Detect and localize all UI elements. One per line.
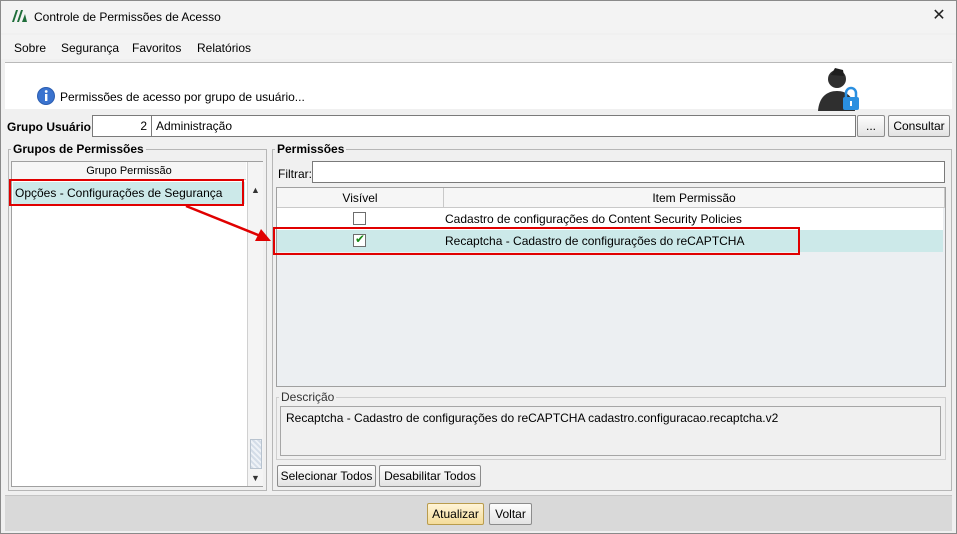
visible-checkbox[interactable] [353, 212, 366, 225]
close-button[interactable]: ✕ [928, 4, 950, 28]
menu-sobre[interactable]: Sobre [14, 41, 46, 55]
visivel-column-header[interactable]: Visível [277, 188, 444, 208]
annotation-arrow-icon [185, 204, 271, 241]
window-title: Controle de Permissões de Acesso [34, 10, 221, 24]
header-panel: Permissões de acesso por grupo de usuári… [5, 62, 952, 111]
grupos-permissoes-legend: Grupos de Permissões [13, 142, 144, 156]
permissoes-legend: Permissões [277, 142, 345, 156]
browse-button[interactable]: ... [857, 115, 885, 137]
app-logo-icon [12, 10, 27, 22]
item-permissao-column-header[interactable]: Item Permissão [444, 188, 945, 208]
consultar-button[interactable]: Consultar [888, 115, 950, 137]
user-lock-icon [818, 68, 859, 111]
menu-relatorios[interactable]: Relatórios [197, 41, 251, 55]
grupo-usuario-row: Grupo Usuário: 2 Administração ... Consu… [1, 114, 956, 138]
selecionar-todos-button[interactable]: Selecionar Todos [277, 465, 376, 487]
grupo-permissao-column-header[interactable]: Grupo Permissão [12, 162, 246, 180]
descricao-text: Recaptcha - Cadastro de configurações do… [280, 406, 941, 456]
grupo-usuario-code-field[interactable]: 2 [92, 115, 152, 137]
desabilitar-todos-button[interactable]: Desabilitar Todos [379, 465, 481, 487]
header-text: Permissões de acesso por grupo de usuári… [60, 90, 305, 104]
menu-bar: Sobre Segurança Favoritos Relatórios [1, 35, 956, 59]
permissions-window: Controle de Permissões de Acesso ✕ Sobre… [0, 0, 957, 534]
scroll-thumb[interactable] [250, 439, 262, 469]
descricao-legend: Descrição [281, 390, 335, 404]
footer-bar: Atualizar Voltar [5, 495, 952, 531]
voltar-button[interactable]: Voltar [489, 503, 532, 525]
grupo-usuario-name-field[interactable]: Administração [151, 115, 856, 137]
scroll-down-icon[interactable]: ▼ [248, 470, 263, 486]
annotation-highlight-row [273, 227, 800, 255]
scroll-up-icon[interactable]: ▲ [248, 182, 263, 198]
atualizar-button[interactable]: Atualizar [427, 503, 484, 525]
menu-seguranca[interactable]: Segurança [61, 41, 119, 55]
permissions-table: Visível Item Permissão Cadastro de confi… [276, 187, 946, 387]
filtrar-label: Filtrar: [278, 167, 312, 181]
info-icon [37, 87, 55, 105]
grupo-usuario-label: Grupo Usuário: [7, 120, 96, 134]
filtrar-input[interactable] [312, 161, 945, 183]
menu-favoritos[interactable]: Favoritos [132, 41, 181, 55]
close-icon: ✕ [932, 7, 946, 24]
title-bar: Controle de Permissões de Acesso ✕ [1, 1, 956, 33]
